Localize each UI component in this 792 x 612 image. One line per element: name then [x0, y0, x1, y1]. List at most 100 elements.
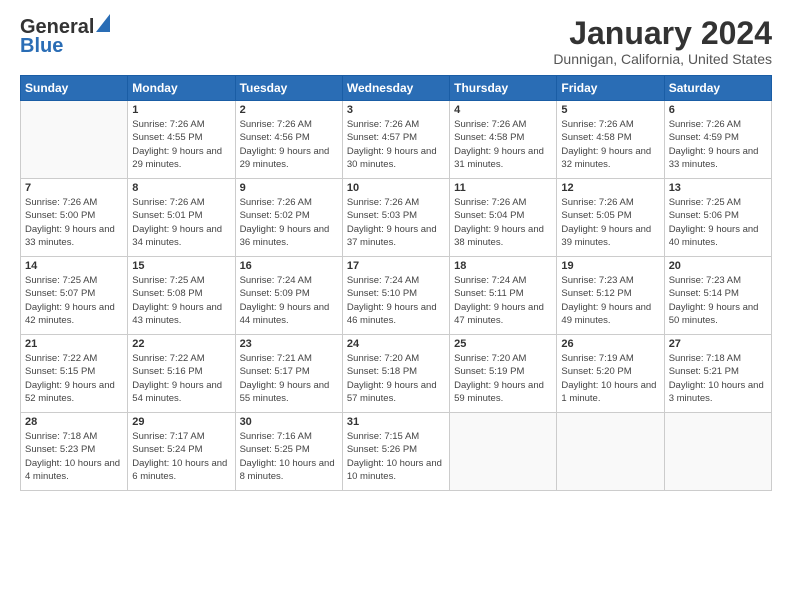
day-number: 25 — [454, 338, 552, 350]
day-cell-w1-d2: 1 Sunrise: 7:26 AMSunset: 4:55 PMDayligh… — [128, 101, 235, 179]
day-number: 28 — [25, 416, 123, 428]
day-cell-w2-d3: 9 Sunrise: 7:26 AMSunset: 5:02 PMDayligh… — [235, 179, 342, 257]
day-detail: Sunrise: 7:18 AMSunset: 5:21 PMDaylight:… — [669, 352, 767, 405]
day-detail: Sunrise: 7:22 AMSunset: 5:15 PMDaylight:… — [25, 352, 123, 405]
day-cell-w3-d1: 14 Sunrise: 7:25 AMSunset: 5:07 PMDaylig… — [21, 257, 128, 335]
week-row-1: 1 Sunrise: 7:26 AMSunset: 4:55 PMDayligh… — [21, 101, 772, 179]
week-row-2: 7 Sunrise: 7:26 AMSunset: 5:00 PMDayligh… — [21, 179, 772, 257]
day-detail: Sunrise: 7:24 AMSunset: 5:10 PMDaylight:… — [347, 274, 445, 327]
week-row-5: 28 Sunrise: 7:18 AMSunset: 5:23 PMDaylig… — [21, 413, 772, 491]
day-detail: Sunrise: 7:17 AMSunset: 5:24 PMDaylight:… — [132, 430, 230, 483]
title-month-year: January 2024 — [553, 16, 772, 51]
day-detail: Sunrise: 7:26 AMSunset: 4:58 PMDaylight:… — [454, 118, 552, 171]
day-detail: Sunrise: 7:26 AMSunset: 4:57 PMDaylight:… — [347, 118, 445, 171]
day-number: 29 — [132, 416, 230, 428]
day-number: 9 — [240, 182, 338, 194]
header-friday: Friday — [557, 76, 664, 101]
day-detail: Sunrise: 7:20 AMSunset: 5:18 PMDaylight:… — [347, 352, 445, 405]
day-cell-w1-d6: 5 Sunrise: 7:26 AMSunset: 4:58 PMDayligh… — [557, 101, 664, 179]
week-row-3: 14 Sunrise: 7:25 AMSunset: 5:07 PMDaylig… — [21, 257, 772, 335]
day-number: 24 — [347, 338, 445, 350]
day-detail: Sunrise: 7:19 AMSunset: 5:20 PMDaylight:… — [561, 352, 659, 405]
day-cell-w4-d6: 26 Sunrise: 7:19 AMSunset: 5:20 PMDaylig… — [557, 335, 664, 413]
day-cell-w3-d4: 17 Sunrise: 7:24 AMSunset: 5:10 PMDaylig… — [342, 257, 449, 335]
day-cell-w1-d3: 2 Sunrise: 7:26 AMSunset: 4:56 PMDayligh… — [235, 101, 342, 179]
day-number: 6 — [669, 104, 767, 116]
day-cell-w3-d2: 15 Sunrise: 7:25 AMSunset: 5:08 PMDaylig… — [128, 257, 235, 335]
logo-blue: Blue — [20, 35, 63, 58]
day-cell-w2-d6: 12 Sunrise: 7:26 AMSunset: 5:05 PMDaylig… — [557, 179, 664, 257]
day-detail: Sunrise: 7:24 AMSunset: 5:09 PMDaylight:… — [240, 274, 338, 327]
day-cell-w2-d7: 13 Sunrise: 7:25 AMSunset: 5:06 PMDaylig… — [664, 179, 771, 257]
day-detail: Sunrise: 7:26 AMSunset: 5:01 PMDaylight:… — [132, 196, 230, 249]
day-cell-w1-d7: 6 Sunrise: 7:26 AMSunset: 4:59 PMDayligh… — [664, 101, 771, 179]
day-number: 22 — [132, 338, 230, 350]
day-detail: Sunrise: 7:26 AMSunset: 5:00 PMDaylight:… — [25, 196, 123, 249]
day-detail: Sunrise: 7:26 AMSunset: 4:55 PMDaylight:… — [132, 118, 230, 171]
day-number: 8 — [132, 182, 230, 194]
day-cell-w4-d5: 25 Sunrise: 7:20 AMSunset: 5:19 PMDaylig… — [450, 335, 557, 413]
day-detail: Sunrise: 7:21 AMSunset: 5:17 PMDaylight:… — [240, 352, 338, 405]
day-detail: Sunrise: 7:26 AMSunset: 4:59 PMDaylight:… — [669, 118, 767, 171]
day-cell-w5-d4: 31 Sunrise: 7:15 AMSunset: 5:26 PMDaylig… — [342, 413, 449, 491]
day-cell-w5-d5 — [450, 413, 557, 491]
day-number: 18 — [454, 260, 552, 272]
day-cell-w4-d2: 22 Sunrise: 7:22 AMSunset: 5:16 PMDaylig… — [128, 335, 235, 413]
calendar-table: Sunday Monday Tuesday Wednesday Thursday… — [20, 75, 772, 491]
day-detail: Sunrise: 7:26 AMSunset: 4:56 PMDaylight:… — [240, 118, 338, 171]
day-cell-w2-d2: 8 Sunrise: 7:26 AMSunset: 5:01 PMDayligh… — [128, 179, 235, 257]
day-number: 30 — [240, 416, 338, 428]
title-block: January 2024 Dunnigan, California, Unite… — [553, 16, 772, 67]
day-detail: Sunrise: 7:16 AMSunset: 5:25 PMDaylight:… — [240, 430, 338, 483]
day-number: 7 — [25, 182, 123, 194]
day-detail: Sunrise: 7:26 AMSunset: 5:04 PMDaylight:… — [454, 196, 552, 249]
header-monday: Monday — [128, 76, 235, 101]
day-number: 26 — [561, 338, 659, 350]
day-number: 21 — [25, 338, 123, 350]
day-cell-w1-d1 — [21, 101, 128, 179]
day-number: 23 — [240, 338, 338, 350]
header-saturday: Saturday — [664, 76, 771, 101]
day-cell-w3-d3: 16 Sunrise: 7:24 AMSunset: 5:09 PMDaylig… — [235, 257, 342, 335]
day-number: 16 — [240, 260, 338, 272]
day-detail: Sunrise: 7:26 AMSunset: 5:03 PMDaylight:… — [347, 196, 445, 249]
day-cell-w3-d7: 20 Sunrise: 7:23 AMSunset: 5:14 PMDaylig… — [664, 257, 771, 335]
day-number: 12 — [561, 182, 659, 194]
day-cell-w5-d1: 28 Sunrise: 7:18 AMSunset: 5:23 PMDaylig… — [21, 413, 128, 491]
logo: General Blue — [20, 16, 110, 58]
header-tuesday: Tuesday — [235, 76, 342, 101]
header-wednesday: Wednesday — [342, 76, 449, 101]
day-cell-w5-d7 — [664, 413, 771, 491]
day-number: 2 — [240, 104, 338, 116]
day-detail: Sunrise: 7:26 AMSunset: 5:02 PMDaylight:… — [240, 196, 338, 249]
header-sunday: Sunday — [21, 76, 128, 101]
title-location: Dunnigan, California, United States — [553, 51, 772, 67]
header: General Blue January 2024 Dunnigan, Cali… — [20, 16, 772, 67]
day-number: 27 — [669, 338, 767, 350]
day-number: 15 — [132, 260, 230, 272]
day-number: 14 — [25, 260, 123, 272]
day-detail: Sunrise: 7:23 AMSunset: 5:14 PMDaylight:… — [669, 274, 767, 327]
day-detail: Sunrise: 7:15 AMSunset: 5:26 PMDaylight:… — [347, 430, 445, 483]
day-number: 13 — [669, 182, 767, 194]
day-detail: Sunrise: 7:26 AMSunset: 4:58 PMDaylight:… — [561, 118, 659, 171]
day-cell-w5-d6 — [557, 413, 664, 491]
day-number: 3 — [347, 104, 445, 116]
day-number: 5 — [561, 104, 659, 116]
day-number: 4 — [454, 104, 552, 116]
day-cell-w4-d4: 24 Sunrise: 7:20 AMSunset: 5:18 PMDaylig… — [342, 335, 449, 413]
day-cell-w3-d6: 19 Sunrise: 7:23 AMSunset: 5:12 PMDaylig… — [557, 257, 664, 335]
page: General Blue January 2024 Dunnigan, Cali… — [0, 0, 792, 612]
day-cell-w2-d1: 7 Sunrise: 7:26 AMSunset: 5:00 PMDayligh… — [21, 179, 128, 257]
day-cell-w2-d4: 10 Sunrise: 7:26 AMSunset: 5:03 PMDaylig… — [342, 179, 449, 257]
day-cell-w5-d2: 29 Sunrise: 7:17 AMSunset: 5:24 PMDaylig… — [128, 413, 235, 491]
day-cell-w3-d5: 18 Sunrise: 7:24 AMSunset: 5:11 PMDaylig… — [450, 257, 557, 335]
day-detail: Sunrise: 7:20 AMSunset: 5:19 PMDaylight:… — [454, 352, 552, 405]
day-detail: Sunrise: 7:25 AMSunset: 5:07 PMDaylight:… — [25, 274, 123, 327]
day-number: 19 — [561, 260, 659, 272]
header-thursday: Thursday — [450, 76, 557, 101]
day-number: 31 — [347, 416, 445, 428]
day-cell-w1-d4: 3 Sunrise: 7:26 AMSunset: 4:57 PMDayligh… — [342, 101, 449, 179]
day-detail: Sunrise: 7:18 AMSunset: 5:23 PMDaylight:… — [25, 430, 123, 483]
day-cell-w4-d1: 21 Sunrise: 7:22 AMSunset: 5:15 PMDaylig… — [21, 335, 128, 413]
